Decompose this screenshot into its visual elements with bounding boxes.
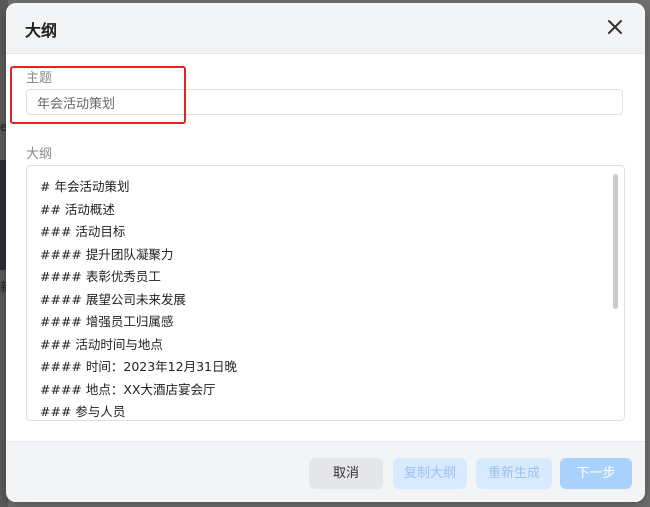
outline-label: 大纲 <box>26 147 53 162</box>
outline-line: ### 参与人员 <box>40 404 126 419</box>
outline-dialog: 大纲 主题 大纲 # 年会活动策划 ## 活动概述 ### 活动目标 #### 提升团… <box>6 3 645 502</box>
next-step-button[interactable]: 下一步 <box>560 458 632 489</box>
dialog-header: 大纲 <box>6 3 645 54</box>
topic-input[interactable] <box>26 89 623 115</box>
outline-textarea[interactable]: # 年会活动策划 ## 活动概述 ### 活动目标 #### 提升团队凝聚力 #### … <box>26 165 625 421</box>
outline-line: ### 活动时间与地点 <box>40 336 163 352</box>
dialog-footer: 取消 复制大纲 重新生成 下一步 <box>6 441 645 502</box>
outline-line: ### 活动目标 <box>40 224 126 239</box>
copy-outline-button[interactable]: 复制大纲 <box>393 458 467 489</box>
scrollbar-thumb[interactable] <box>613 174 618 309</box>
outline-line: #### 地点：XX大酒店宴会厅 <box>40 381 216 397</box>
outline-line: #### 展望公司未来发展 <box>40 291 186 307</box>
outline-line: #### 表彰优秀员工 <box>40 269 161 284</box>
outline-line: # 年会活动策划 <box>40 179 130 194</box>
topic-label: 主题 <box>26 71 53 86</box>
dialog-title: 大纲 <box>25 21 58 40</box>
cancel-button[interactable]: 取消 <box>309 458 383 489</box>
outline-line: #### 时间：2023年12月31日晚 <box>40 359 237 374</box>
outline-line: ## 活动概述 <box>40 201 115 217</box>
outline-content: # 年会活动策划 ## 活动概述 ### 活动目标 #### 提升团队凝聚力 #### … <box>40 176 237 420</box>
outline-line: #### 增强员工归属感 <box>40 314 174 329</box>
regenerate-button[interactable]: 重新生成 <box>476 458 552 489</box>
close-icon[interactable] <box>604 16 626 38</box>
outline-line: #### 提升团队凝聚力 <box>40 246 174 262</box>
outline-scrollbar[interactable] <box>613 174 618 410</box>
